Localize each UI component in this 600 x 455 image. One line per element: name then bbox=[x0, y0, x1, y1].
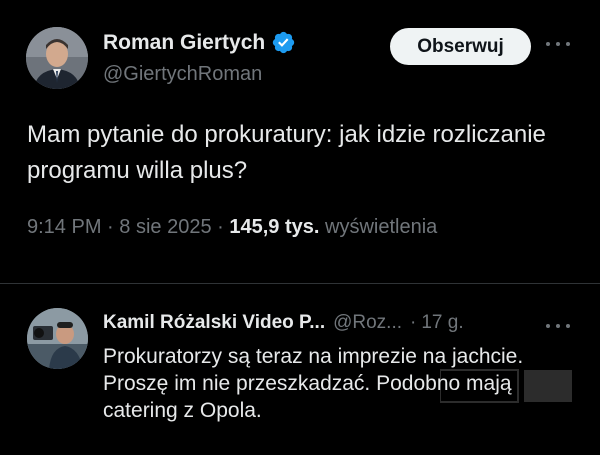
reply-author-avatar[interactable] bbox=[27, 308, 88, 369]
meta-separator: · bbox=[217, 216, 224, 238]
follow-button[interactable]: Obserwuj bbox=[390, 28, 531, 65]
author-avatar[interactable] bbox=[26, 27, 88, 89]
tweet-text: Mam pytanie do prokuratury: jak idzie ro… bbox=[27, 121, 546, 184]
more-options-icon[interactable] bbox=[546, 38, 574, 50]
author-handle[interactable]: @GiertychRoman bbox=[103, 63, 262, 86]
reply-time[interactable]: 17 g. bbox=[421, 312, 463, 334]
more-options-icon[interactable] bbox=[546, 320, 574, 332]
reply-text: Prokuratorzy są teraz na imprezie na jac… bbox=[103, 345, 524, 422]
meta-separator: · bbox=[107, 216, 114, 238]
verified-badge-icon bbox=[273, 31, 295, 54]
author-name[interactable]: Roman Giertych bbox=[103, 31, 265, 55]
reply-author-name[interactable]: Kamil Różalski Video P... bbox=[103, 312, 325, 334]
views-label: wyświetlenia bbox=[325, 216, 438, 238]
author-name-row: Roman Giertych bbox=[103, 30, 296, 55]
tweet-time[interactable]: 9:14 PM bbox=[27, 216, 101, 238]
views-count[interactable]: 145,9 tys. bbox=[229, 216, 319, 238]
tweet-date[interactable]: 8 sie 2025 bbox=[119, 216, 211, 238]
reply-header: Kamil Różalski Video P... @Roz... · 17 g… bbox=[103, 312, 464, 334]
tweet-meta: 9:14 PM · 8 sie 2025 · 145,9 tys. wyświe… bbox=[27, 216, 437, 239]
reply-tweet[interactable]: Kamil Różalski Video P... @Roz... · 17 g… bbox=[0, 284, 600, 455]
reply-separator: · bbox=[410, 312, 417, 333]
main-tweet: Roman Giertych @GiertychRoman Obserwuj M… bbox=[0, 0, 600, 283]
reply-author-handle[interactable]: @Roz... bbox=[333, 312, 402, 334]
